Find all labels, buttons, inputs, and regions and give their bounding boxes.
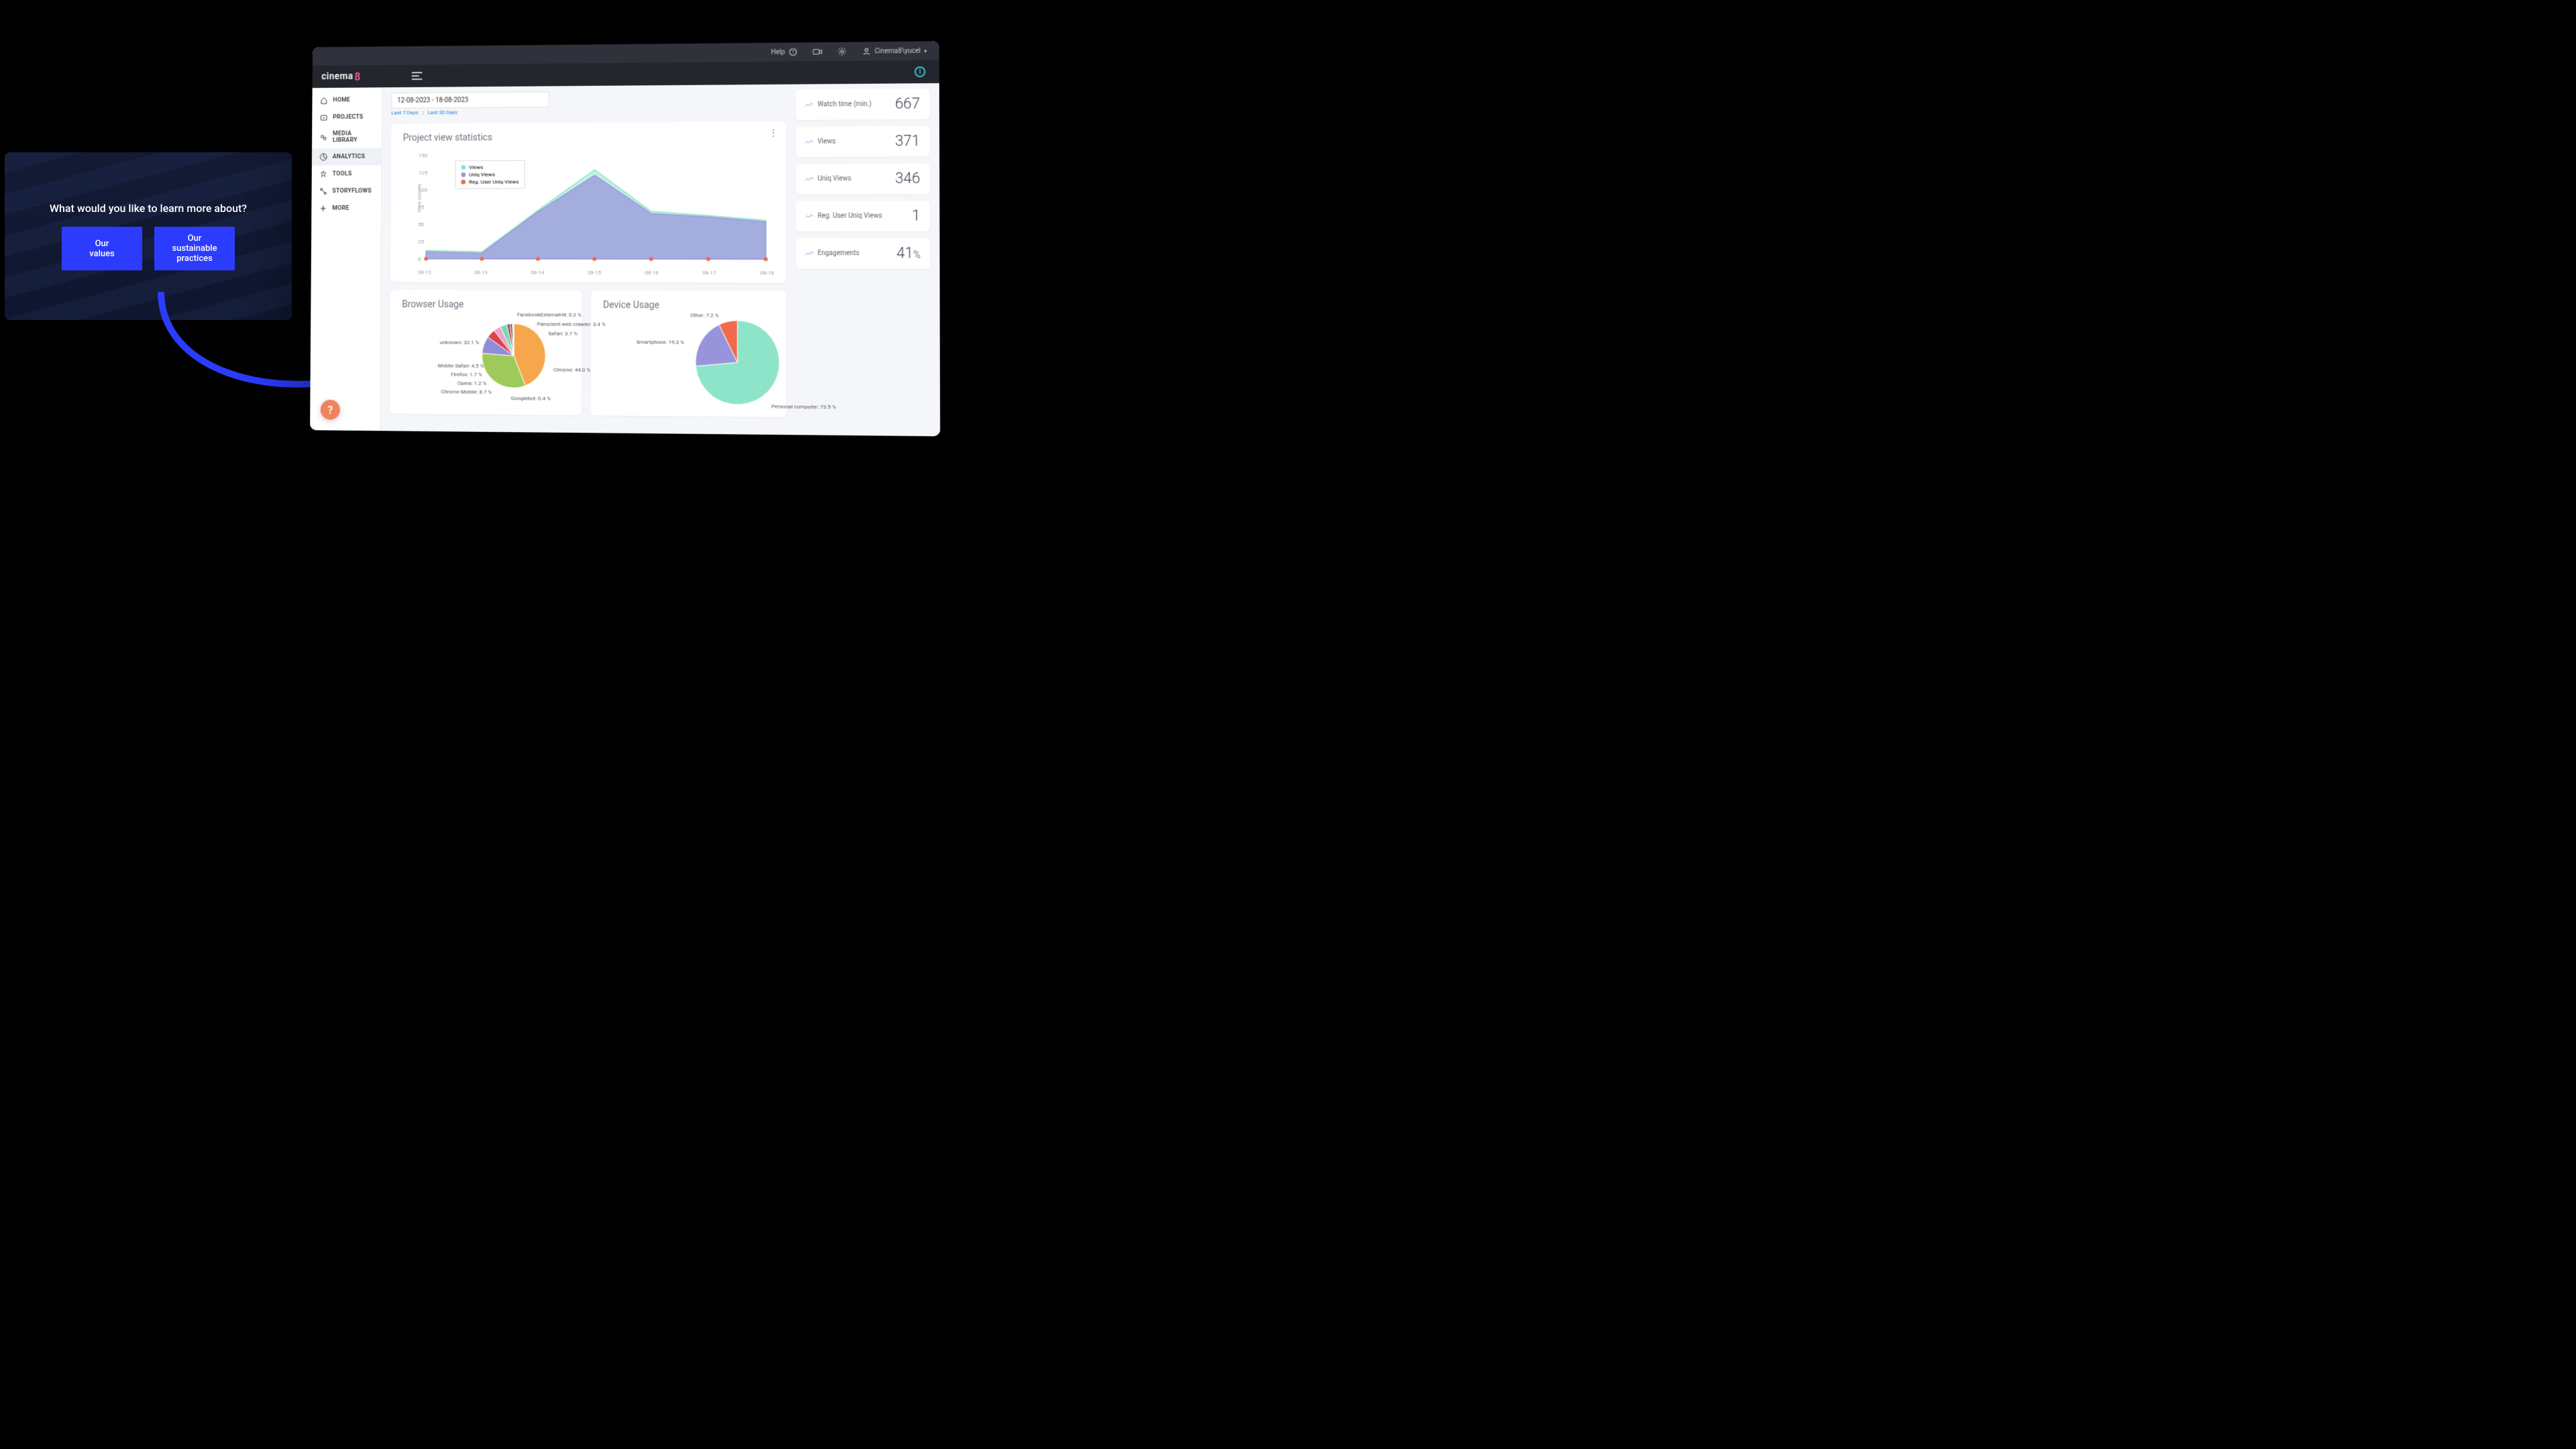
dashboard-body: HOME PROJECTS MEDIA LIBRARY ANALYTICS TO…: [310, 83, 940, 436]
device-usage-card: Device Usage Other: 7.2 %Smartphone: 19.…: [591, 290, 787, 417]
help-icon: ?: [788, 47, 798, 56]
home-icon: [320, 97, 328, 105]
user-name: Cinema8\yucel: [875, 47, 920, 55]
sidebar-item-more[interactable]: MORE: [311, 200, 381, 217]
card-menu-icon[interactable]: ⋮: [769, 128, 778, 139]
metric-label: Reg. User Uniq Views: [818, 213, 882, 220]
metric-engagements: Engagements 41%: [796, 238, 930, 269]
metric-value: 667: [895, 95, 920, 112]
sidebar-label: TOOLS: [333, 171, 352, 178]
spark-icon: [805, 213, 813, 219]
date-range-input[interactable]: [391, 91, 549, 108]
quick-last7[interactable]: Last 7 Days: [391, 109, 418, 115]
storyflows-icon: [319, 187, 327, 195]
card-title: Project view statistics: [403, 131, 774, 144]
chevron-down-icon: ▾: [924, 48, 926, 54]
gear-icon[interactable]: [837, 47, 847, 56]
legend-reg: Reg. User Uniq Views: [469, 179, 519, 185]
metric-label: Engagements: [818, 250, 859, 257]
media-icon: [320, 133, 328, 142]
user-icon: [862, 46, 871, 56]
quick-links: Last 7 Days | Last 30 Days: [391, 107, 786, 116]
sidebar-item-tools[interactable]: TOOLS: [312, 165, 382, 182]
legend-uniq: Uniq Views: [469, 172, 495, 178]
dashboard-window: Help ? Cinema8\yucel ▾ cinema: [310, 41, 940, 436]
spark-icon: [805, 176, 813, 182]
svg-text:0: 0: [418, 256, 421, 262]
svg-text:50: 50: [418, 221, 425, 227]
svg-text:?: ?: [792, 50, 794, 55]
metric-label: Watch time (min.): [818, 101, 872, 109]
help-label: Help: [771, 48, 785, 56]
user-menu[interactable]: Cinema8\yucel ▾: [862, 46, 927, 56]
metric-value: 41%: [896, 245, 920, 262]
sidebar-label: HOME: [333, 97, 350, 103]
pie-row: Browser Usage FacebookExternalHit: 0.2 %…: [390, 290, 786, 417]
promo-btn-practices[interactable]: Our sustainable practices: [154, 227, 235, 270]
promo-buttons: Our values Our sustainable practices: [62, 227, 235, 270]
metric-watch-time: Watch time (min.) 667: [796, 89, 930, 120]
svg-text:150: 150: [419, 152, 428, 158]
sidebar-item-home[interactable]: HOME: [312, 91, 382, 109]
metric-value: 371: [895, 133, 920, 150]
sidebar-label: MEDIA LIBRARY: [333, 130, 374, 144]
legend-views: Views: [469, 164, 483, 170]
pie-device: Other: 7.2 %Smartphone: 19.3 %Personal c…: [602, 315, 773, 411]
spark-icon: [805, 102, 813, 107]
sidebar-item-analytics[interactable]: ANALYTICS: [312, 148, 382, 166]
metric-views: Views 371: [796, 126, 930, 157]
svg-text:125: 125: [419, 170, 428, 176]
metric-reg-uniq-views: Reg. User Uniq Views 1: [796, 201, 930, 231]
sidebar-label: MORE: [332, 205, 349, 212]
browser-usage-card: Browser Usage FacebookExternalHit: 0.2 %…: [390, 290, 582, 415]
brand-accent: 8: [354, 70, 360, 83]
svg-text:25: 25: [418, 239, 425, 245]
tools-icon: [319, 170, 327, 178]
brand-text: cinema: [321, 71, 353, 82]
metric-label: Views: [818, 138, 836, 146]
project-views-card: ⋮ Project view statistics View counts 0 2…: [390, 121, 786, 283]
sidebar-label: STORYFLOWS: [332, 188, 371, 195]
sidebar-label: ANALYTICS: [333, 154, 365, 160]
plus-icon: [319, 205, 327, 213]
promo-btn-values[interactable]: Our values: [62, 227, 142, 270]
y-axis-label: View counts: [417, 184, 423, 213]
metric-label: Uniq Views: [818, 175, 851, 182]
analytics-icon: [319, 153, 327, 161]
promo-question: What would you like to learn more about?: [50, 202, 247, 215]
help-fab[interactable]: ?: [321, 400, 340, 420]
quick-last30[interactable]: Last 30 Days: [427, 109, 458, 115]
projects-icon: [320, 113, 328, 121]
sidebar: HOME PROJECTS MEDIA LIBRARY ANALYTICS TO…: [310, 87, 382, 431]
card-title: Device Usage: [603, 300, 774, 311]
pie-browser: FacebookExternalHit: 0.2 %Panscient web …: [401, 314, 570, 409]
sidebar-item-projects[interactable]: PROJECTS: [312, 109, 382, 126]
main-area: Last 7 Days | Last 30 Days ⋮ Project vie…: [380, 83, 940, 436]
metric-value: 1: [912, 207, 920, 224]
x-labels: 08-1208-1308-1408-1508-1608-1708-18: [418, 270, 774, 276]
sidebar-item-media[interactable]: MEDIA LIBRARY: [312, 125, 382, 148]
info-icon[interactable]: i: [914, 66, 925, 77]
menu-toggle-icon[interactable]: [411, 72, 422, 80]
separator: |: [422, 109, 423, 115]
spark-icon: [805, 251, 813, 256]
metric-uniq-views: Uniq Views 346: [796, 163, 930, 194]
sidebar-label: PROJECTS: [333, 114, 363, 121]
metrics-column: Watch time (min.) 667 Views 371 Uniq Vie…: [796, 89, 930, 427]
video-icon[interactable]: [813, 47, 822, 56]
brand-logo[interactable]: cinema8: [321, 70, 361, 83]
metric-value: 346: [895, 170, 920, 187]
card-title: Browser Usage: [402, 299, 570, 311]
help-link[interactable]: Help ?: [771, 47, 798, 56]
spark-icon: [805, 139, 813, 144]
sidebar-item-storyflows[interactable]: STORYFLOWS: [311, 182, 381, 200]
chart-legend: Views Uniq Views Reg. User Uniq Views: [455, 160, 525, 189]
date-row: Last 7 Days | Last 30 Days: [391, 90, 786, 116]
